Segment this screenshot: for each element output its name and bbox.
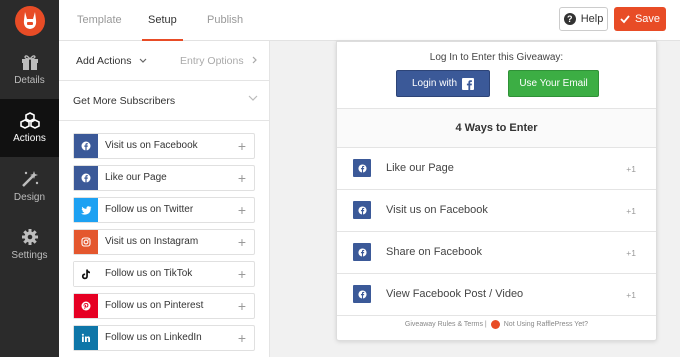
ways-to-enter-title: 4 Ways to Enter xyxy=(337,108,656,148)
entry-label: Visit us on Facebook xyxy=(386,204,488,216)
panel-tabs: Add Actions Entry Options xyxy=(59,41,269,81)
login-with-facebook-button[interactable]: Login with xyxy=(396,70,490,97)
facebook-icon xyxy=(74,134,98,158)
login-title: Log In to Enter this Giveaway: xyxy=(429,52,564,63)
entry-label: Share on Facebook xyxy=(386,246,483,258)
action-label: Visit us on Facebook xyxy=(105,140,198,151)
plus-icon[interactable]: + xyxy=(238,326,246,350)
action-follow-twitter[interactable]: Follow us on Twitter + xyxy=(73,197,255,223)
chevron-right-icon xyxy=(252,56,257,64)
sidebar-label: Design xyxy=(13,191,46,203)
facebook-icon xyxy=(462,77,475,90)
sidebar-item-actions[interactable]: Actions xyxy=(0,99,59,157)
entry-label: View Facebook Post / Video xyxy=(386,288,524,300)
sidebar-item-details[interactable]: Details xyxy=(0,41,59,99)
action-label: Follow us on LinkedIn xyxy=(105,332,202,343)
use-email-button[interactable]: Use Your Email xyxy=(508,70,599,97)
entry-points: +1 xyxy=(626,206,636,216)
help-button[interactable]: ? Help xyxy=(559,7,608,31)
tab-template[interactable]: Template xyxy=(77,0,122,41)
action-visit-facebook[interactable]: Visit us on Facebook + xyxy=(73,133,255,159)
plus-icon[interactable]: + xyxy=(238,262,246,286)
action-follow-pinterest[interactable]: Follow us on Pinterest + xyxy=(73,293,255,319)
sidebar-label: Settings xyxy=(11,249,48,261)
plus-icon[interactable]: + xyxy=(238,166,246,190)
promo-link[interactable]: Not Using RafflePress Yet? xyxy=(504,321,588,328)
tab-setup[interactable]: Setup xyxy=(142,0,183,41)
entry-visit-facebook[interactable]: Visit us on Facebook +1 xyxy=(337,190,656,232)
action-label: Follow us on Pinterest xyxy=(105,300,204,311)
action-label: Like our Page xyxy=(105,172,167,183)
twitter-icon xyxy=(74,198,98,222)
sidebar-item-settings[interactable]: Settings xyxy=(0,215,59,273)
tab-add-actions-label: Add Actions xyxy=(76,55,132,67)
rafflepress-logo-icon xyxy=(490,320,500,329)
gear-icon xyxy=(21,228,38,245)
question-icon: ? xyxy=(563,13,576,25)
app-logo[interactable] xyxy=(0,0,59,41)
cubes-icon xyxy=(19,112,40,129)
entry-like-page[interactable]: Like our Page +1 xyxy=(337,148,656,190)
pinterest-icon xyxy=(74,294,98,318)
section-get-more-subscribers[interactable]: Get More Subscribers xyxy=(59,81,269,121)
chevron-down-icon xyxy=(139,58,147,63)
action-visit-instagram[interactable]: Visit us on Instagram + xyxy=(73,229,255,255)
facebook-icon xyxy=(74,166,98,190)
sidebar-item-design[interactable]: Design xyxy=(0,157,59,215)
chevron-down-icon xyxy=(248,95,258,101)
entry-label: Like our Page xyxy=(386,162,454,174)
tab-publish[interactable]: Publish xyxy=(207,0,243,41)
action-label: Visit us on Instagram xyxy=(105,236,199,247)
main-sidebar: Details Actions Design Settings xyxy=(0,41,59,357)
entry-view-facebook-post[interactable]: View Facebook Post / Video +1 xyxy=(337,274,656,316)
rafflepress-logo-icon xyxy=(14,5,45,36)
sidebar-label: Details xyxy=(14,75,45,86)
tiktok-icon xyxy=(74,262,98,286)
plus-icon[interactable]: + xyxy=(238,198,246,222)
entry-points: +1 xyxy=(626,290,636,300)
facebook-icon xyxy=(353,159,371,177)
section-title: Get More Subscribers xyxy=(73,95,176,107)
sidebar-label: Actions xyxy=(13,133,46,144)
rules-link[interactable]: Giveaway Rules & Terms | xyxy=(405,321,487,328)
preview-footer: Giveaway Rules & Terms | Not Using Raffl… xyxy=(337,320,656,329)
instagram-icon xyxy=(74,230,98,254)
save-label: Save xyxy=(634,13,661,25)
tab-entry-options[interactable]: Entry Options xyxy=(180,41,258,81)
login-facebook-label: Login with xyxy=(411,78,458,89)
facebook-icon xyxy=(353,201,371,219)
tab-add-actions[interactable]: Add Actions xyxy=(76,41,147,81)
action-label: Follow us on Twitter xyxy=(105,204,194,215)
help-label: Help xyxy=(580,13,604,25)
giveaway-preview: Log In to Enter this Giveaway: Login wit… xyxy=(336,41,657,341)
entry-share-facebook[interactable]: Share on Facebook +1 xyxy=(337,232,656,274)
plus-icon[interactable]: + xyxy=(238,294,246,318)
save-button[interactable]: Save xyxy=(614,7,666,31)
magic-wand-icon xyxy=(21,170,38,187)
tab-entry-options-label: Entry Options xyxy=(180,55,244,67)
check-icon xyxy=(620,15,630,24)
actions-panel: Add Actions Entry Options Get More Subsc… xyxy=(59,41,270,357)
action-like-page[interactable]: Like our Page + xyxy=(73,165,255,191)
action-follow-tiktok[interactable]: Follow us on TikTok + xyxy=(73,261,255,287)
facebook-icon xyxy=(353,243,371,261)
entry-points: +1 xyxy=(626,248,636,258)
linkedin-icon xyxy=(74,326,98,350)
gift-icon xyxy=(21,55,38,70)
action-label: Follow us on TikTok xyxy=(105,268,193,279)
action-follow-linkedin[interactable]: Follow us on LinkedIn + xyxy=(73,325,255,351)
facebook-icon xyxy=(353,285,371,303)
entry-points: +1 xyxy=(626,164,636,174)
plus-icon[interactable]: + xyxy=(238,134,246,158)
top-bar: Template Setup Publish ? Help Save xyxy=(0,0,680,41)
plus-icon[interactable]: + xyxy=(238,230,246,254)
